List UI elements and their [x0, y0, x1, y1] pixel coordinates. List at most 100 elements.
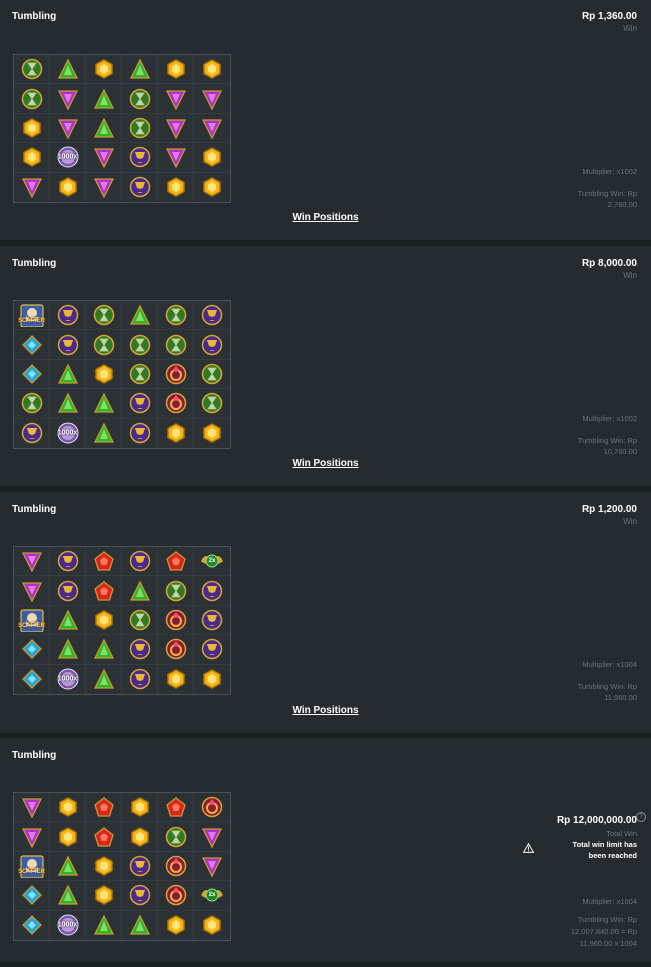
scatter-label: SCATTER: [18, 318, 45, 325]
gold-hexagon-gem-icon: [127, 795, 153, 819]
green-triangle-gem-icon: [55, 362, 81, 386]
blue-diamond-gem-icon: [19, 667, 45, 691]
grid-cell: [14, 143, 50, 173]
win-positions-link[interactable]: Win Positions: [0, 458, 651, 469]
grid-cell: [50, 851, 86, 882]
grid-cell: [122, 664, 158, 694]
green-triangle-gem-icon: [55, 883, 81, 907]
grid-cell: [14, 418, 50, 448]
grid-cell: [158, 822, 194, 852]
tumbling-win-value: 11,960.00: [604, 693, 637, 702]
tumbling-win-calculation: 11,960.00 x 1004: [579, 939, 637, 948]
grid-cell: [194, 606, 230, 636]
grid-cell: [158, 547, 194, 577]
panel-title: Tumbling: [12, 504, 57, 515]
purple-inverted-triangle-gem-icon: [19, 579, 45, 603]
multiplier-badge: 2x: [208, 558, 216, 565]
blue-diamond-gem-icon: [19, 333, 45, 357]
purple-chalice-icon: [127, 175, 153, 199]
grid-cell: [50, 793, 86, 823]
gold-hexagon-gem-icon: [163, 175, 189, 199]
gold-hexagon-gem-icon: [127, 825, 153, 849]
tumbling-win-value: 10,760.00: [603, 447, 637, 456]
grid-cell: [50, 330, 86, 360]
grid-cell: [14, 793, 50, 823]
purple-chalice-icon: [199, 303, 225, 327]
green-triangle-gem-icon: [55, 854, 81, 878]
win-amount: Rp 1,360.00: [581, 11, 637, 22]
gold-hexagon-gem-icon: [91, 608, 117, 632]
multiplier-label: Multiplier: x1002: [582, 414, 637, 423]
purple-inverted-triangle-gem-icon: [19, 795, 45, 819]
grid-cell: [50, 822, 86, 852]
grid-cell: SCATTER: [14, 605, 50, 636]
grid-cell: [194, 419, 230, 448]
grid-cell: [122, 418, 158, 448]
grid-cell: [158, 851, 194, 882]
tumbling-win-label: Tumbling Win: Rp: [577, 915, 637, 924]
purple-chalice-icon: [199, 579, 225, 603]
gold-hexagon-gem-icon: [163, 913, 189, 937]
grid-cell: [86, 576, 122, 606]
win-positions-link[interactable]: Win Positions: [0, 705, 651, 716]
grid-cell: [14, 910, 50, 940]
red-pentagon-gem-icon: [163, 795, 189, 819]
scatter-label: SCATTER: [18, 623, 45, 630]
info-icon[interactable]: ?: [636, 812, 646, 822]
grid-cell: [158, 301, 194, 331]
grid-cell: [86, 55, 122, 85]
grid-cell: [158, 84, 194, 114]
round-panel-2: Tumbling Rp 8,000.00 Win SCATTER 1000x Mu…: [0, 246, 651, 486]
grid-cell: [14, 664, 50, 694]
purple-inverted-triangle-gem-icon: [199, 854, 225, 878]
tumbling-win-label: Tumbling Win: Rp: [577, 436, 637, 445]
purple-inverted-triangle-gem-icon: [91, 175, 117, 199]
grid-cell: [194, 330, 230, 360]
win-amount: Rp 8,000.00: [581, 258, 637, 269]
green-hourglass-icon: [19, 57, 45, 81]
grid-cell: [122, 822, 158, 852]
multiplier-label: Multiplier: x1004: [582, 897, 637, 906]
purple-chalice-icon: [199, 637, 225, 661]
grid-cell: [86, 635, 122, 665]
grid-cell: [122, 547, 158, 577]
grid-cell: [86, 664, 122, 694]
grid-cell: [122, 143, 158, 173]
grid-cell: 2x: [194, 881, 230, 911]
blue-diamond-gem-icon: [19, 913, 45, 937]
grid-cell: [14, 576, 50, 606]
panel-title: Tumbling: [12, 258, 57, 269]
win-positions-link[interactable]: Win Positions: [0, 212, 651, 223]
grid-cell: [122, 881, 158, 911]
grid-cell: [158, 172, 194, 202]
multiplier-badge: 2x: [208, 892, 216, 899]
grid-cell: [158, 389, 194, 419]
grid-cell: [158, 113, 194, 144]
warning-triangle-icon: [523, 843, 534, 853]
gold-hexagon-gem-icon: [19, 145, 45, 169]
green-triangle-gem-icon: [91, 421, 117, 445]
purple-chalice-icon: [127, 854, 153, 878]
grid-cell: [194, 793, 230, 823]
grid-cell: 1000x: [50, 664, 86, 694]
purple-chalice-icon: [127, 667, 153, 691]
grid-cell: [14, 881, 50, 911]
grid-cell: [86, 84, 122, 114]
purple-chalice-icon: [199, 608, 225, 632]
grid-cell: [14, 172, 50, 202]
grid-cell: [86, 301, 122, 331]
total-win-amount: Rp 12,000,000.00: [556, 815, 637, 826]
purple-chalice-icon: [199, 333, 225, 357]
grid-cell: [122, 359, 158, 390]
gold-hexagon-gem-icon: [163, 421, 189, 445]
grid-cell: [194, 55, 230, 85]
tumbling-win-value: 12,007,840.00 = Rp: [570, 927, 637, 936]
grid-cell: [122, 172, 158, 202]
red-ruby-ring-icon: [163, 637, 189, 661]
purple-inverted-triangle-gem-icon: [163, 116, 189, 140]
gold-hexagon-gem-icon: [55, 175, 81, 199]
tumbling-win-label: Tumbling Win: Rp: [577, 682, 637, 691]
grid-cell: [122, 389, 158, 419]
purple-inverted-triangle-gem-icon: [199, 87, 225, 111]
green-hourglass-icon: [163, 333, 189, 357]
